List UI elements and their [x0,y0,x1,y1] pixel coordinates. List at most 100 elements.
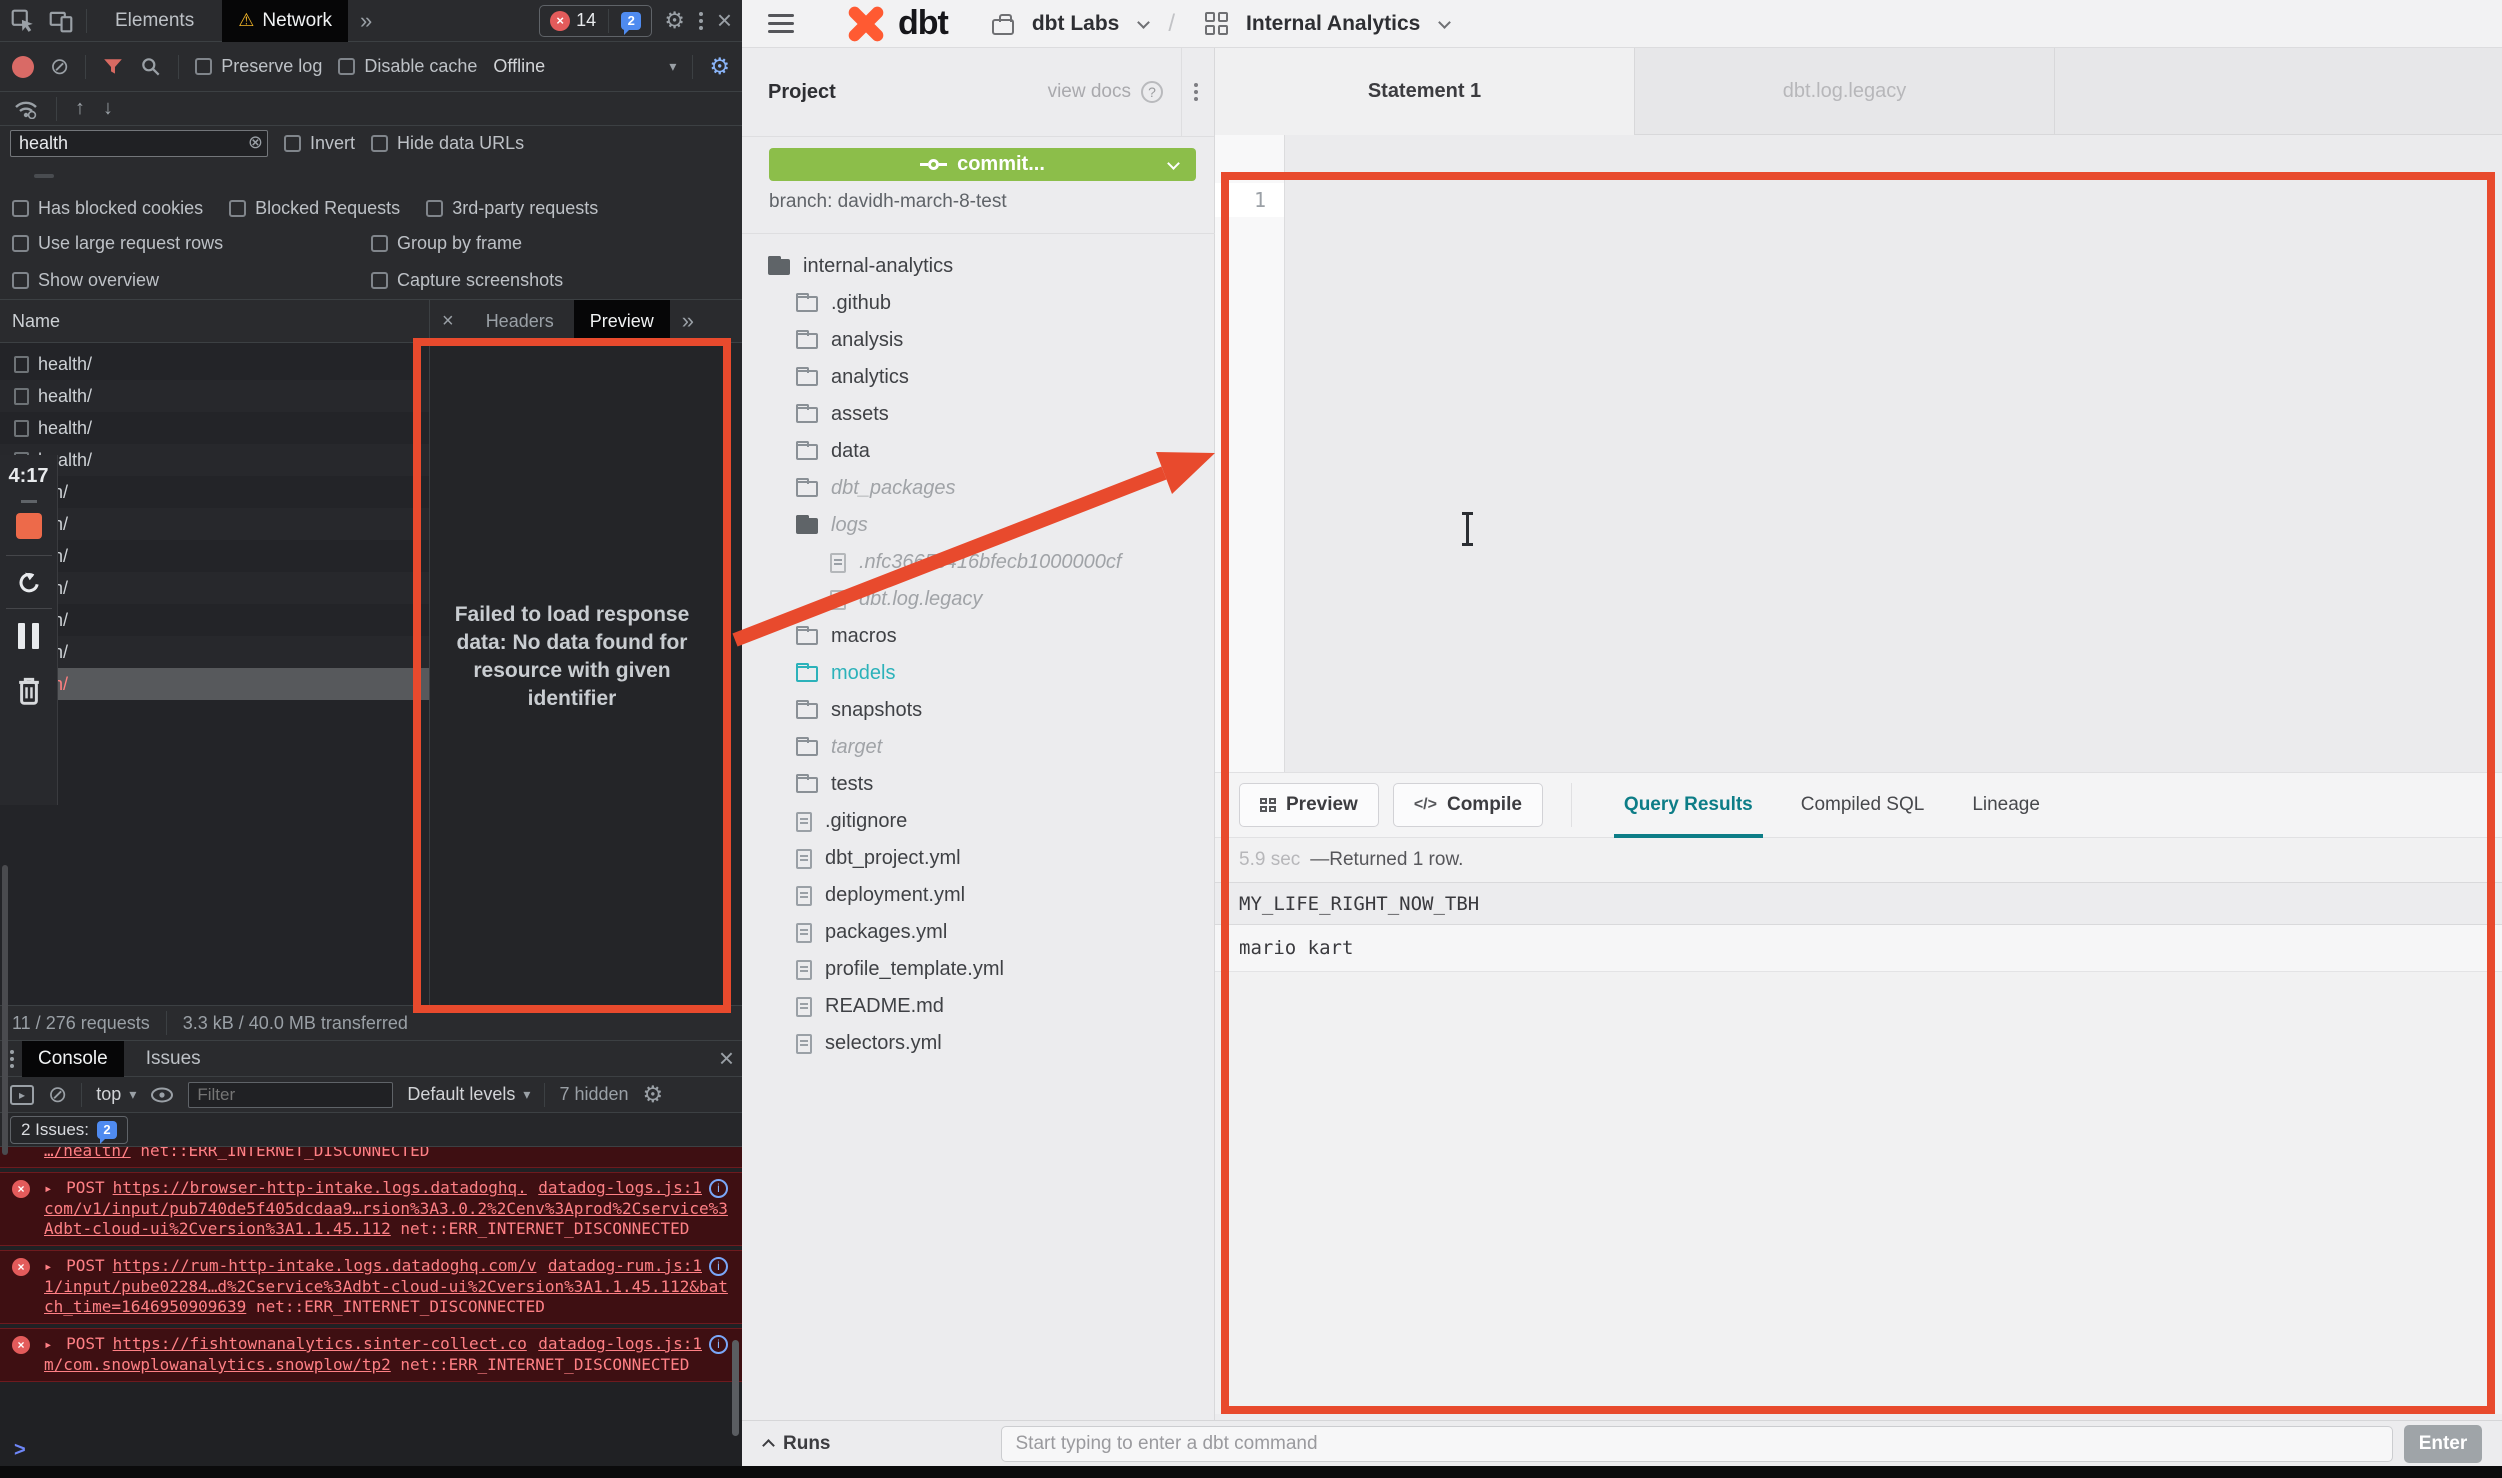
throttling-dropdown[interactable]: Offline [493,56,545,77]
tree-item[interactable]: tests [742,766,1215,803]
display-option-checkbox[interactable]: Use large request rows [12,233,371,254]
tree-item[interactable]: .nfc3665c416bfecb1000000cf [742,544,1215,581]
type-filter-pill[interactable] [250,174,270,178]
tree-item[interactable]: macros [742,618,1215,655]
error-source[interactable]: datadog-rum.js:1i [548,1256,728,1276]
request-row[interactable]: alth/ [0,476,429,508]
console-scrollbar[interactable] [732,1340,739,1436]
request-row[interactable]: health/ [0,412,429,444]
dbt-command-input[interactable] [1001,1426,2393,1462]
help-icon[interactable]: ? [1141,81,1163,103]
console-error[interactable]: × i ▸ …/health/ net::ERR_INTERNET_DISCON… [0,1147,742,1168]
error-url-link[interactable]: …/health/ [44,1147,131,1160]
type-filter-pill[interactable] [226,174,246,178]
clear-console-icon[interactable]: ⊘ [48,1083,67,1106]
disclosure-icon[interactable]: ▸ [44,1259,52,1275]
context-dropdown[interactable]: top▾ [96,1084,136,1105]
request-row[interactable]: alth/ [0,572,429,604]
type-filter-pill[interactable] [10,174,30,178]
console-error[interactable]: × datadog-rum.js:1i ▸ POSThttps://rum-ht… [0,1250,742,1324]
account-name[interactable]: dbt Labs [1032,12,1120,36]
console-error[interactable]: × datadog-logs.js:1i ▸ POSThttps://brows… [0,1172,742,1246]
error-badge[interactable]: ×14 [550,10,596,31]
tree-item[interactable]: snapshots [742,692,1215,729]
filter-funnel-icon[interactable] [102,56,124,78]
eye-icon[interactable] [150,1086,174,1104]
close-console-icon[interactable]: × [719,1043,734,1074]
import-har-icon[interactable]: ↑ [75,97,85,120]
more-detail-tabs-icon[interactable]: » [682,308,694,334]
settings-gear-icon[interactable]: ⚙ [664,9,685,32]
tree-item[interactable]: assets [742,396,1215,433]
issues-badge[interactable]: 2 [621,12,641,30]
left-scrollbar[interactable] [2,865,8,1155]
tree-item[interactable]: analysis [742,322,1215,359]
restart-recording-icon[interactable] [14,568,44,596]
disclosure-icon[interactable]: ▸ [44,1337,52,1353]
tab-network[interactable]: ⚠Network [222,0,348,42]
request-row[interactable]: alth/ [0,668,429,700]
display-option-checkbox[interactable]: Capture screenshots [371,270,730,291]
more-tabs-icon[interactable]: » [360,8,372,34]
tree-item[interactable]: dbt.log.legacy [742,581,1215,618]
filter-option-checkbox[interactable]: Has blocked cookies [12,198,203,219]
hamburger-menu-icon[interactable] [768,14,794,33]
tree-item[interactable]: packages.yml [742,914,1215,951]
runs-toggle[interactable]: Runs [762,1433,831,1455]
editor-tab[interactable]: Statement 1 [1215,48,1635,135]
console-filter-input[interactable] [188,1082,393,1108]
commit-button[interactable]: commit... [769,148,1196,181]
request-row[interactable]: alth/ [0,604,429,636]
tree-item[interactable]: profile_template.yml [742,951,1215,988]
tree-item[interactable]: data [742,433,1215,470]
hide-data-urls-checkbox[interactable]: Hide data URLs [371,133,524,154]
console-settings-gear-icon[interactable]: ⚙ [643,1083,664,1106]
request-row[interactable]: alth/ [0,636,429,668]
request-row[interactable]: alth/ [0,508,429,540]
export-har-icon[interactable]: ↓ [103,97,113,120]
type-filter-pill[interactable] [130,174,150,178]
view-docs-link[interactable]: view docs [1048,81,1131,103]
error-source[interactable]: datadog-logs.js:1i [538,1334,728,1354]
tab-elements[interactable]: Elements [99,0,210,42]
tab-issues[interactable]: Issues [130,1041,217,1077]
disclosure-icon[interactable]: ▸ [44,1181,52,1197]
tree-item[interactable]: analytics [742,359,1215,396]
kebab-menu-icon[interactable] [697,10,705,32]
tab-headers[interactable]: Headers [470,300,570,343]
tree-item[interactable]: .github [742,285,1215,322]
filter-option-checkbox[interactable]: Blocked Requests [229,198,400,219]
type-filter-pill[interactable] [82,174,102,178]
search-icon[interactable] [140,56,162,78]
close-devtools-icon[interactable]: × [717,5,732,36]
tree-item[interactable]: target [742,729,1215,766]
console-error[interactable]: × datadog-logs.js:1i ▸ POSThttps://fisht… [0,1328,742,1382]
console-kebab-icon[interactable] [8,1048,16,1070]
type-filter-pill[interactable] [202,174,222,178]
type-filter-pill[interactable] [178,174,198,178]
tree-item[interactable]: README.md [742,988,1215,1025]
tree-item[interactable]: dbt_project.yml [742,840,1215,877]
tree-item[interactable]: .gitignore [742,803,1215,840]
request-row[interactable]: health/ [0,348,429,380]
error-source[interactable]: datadog-logs.js:1i [538,1178,728,1198]
request-row[interactable]: alth/ [0,540,429,572]
tree-item[interactable]: dbt_packages [742,470,1215,507]
network-settings-gear-icon[interactable]: ⚙ [709,55,730,78]
project-name[interactable]: Internal Analytics [1246,12,1420,36]
name-column-header[interactable]: Name [0,300,429,343]
clear-filter-icon[interactable]: ⊗ [248,132,263,153]
stop-recording-button[interactable] [16,513,42,539]
type-filter-pill[interactable] [58,174,78,178]
type-filter-pill[interactable] [154,174,174,178]
record-icon[interactable] [12,56,34,78]
tree-item[interactable]: models [742,655,1215,692]
log-levels-dropdown[interactable]: Default levels▾ [407,1084,530,1105]
type-filter-pill[interactable] [34,174,54,178]
filter-option-checkbox[interactable]: 3rd-party requests [426,198,598,219]
clear-icon[interactable]: ⊘ [50,55,69,78]
disable-cache-checkbox[interactable]: Disable cache [338,56,477,77]
device-toolbar-icon[interactable] [48,8,74,34]
enter-button[interactable]: Enter [2404,1425,2482,1463]
tree-item[interactable]: deployment.yml [742,877,1215,914]
